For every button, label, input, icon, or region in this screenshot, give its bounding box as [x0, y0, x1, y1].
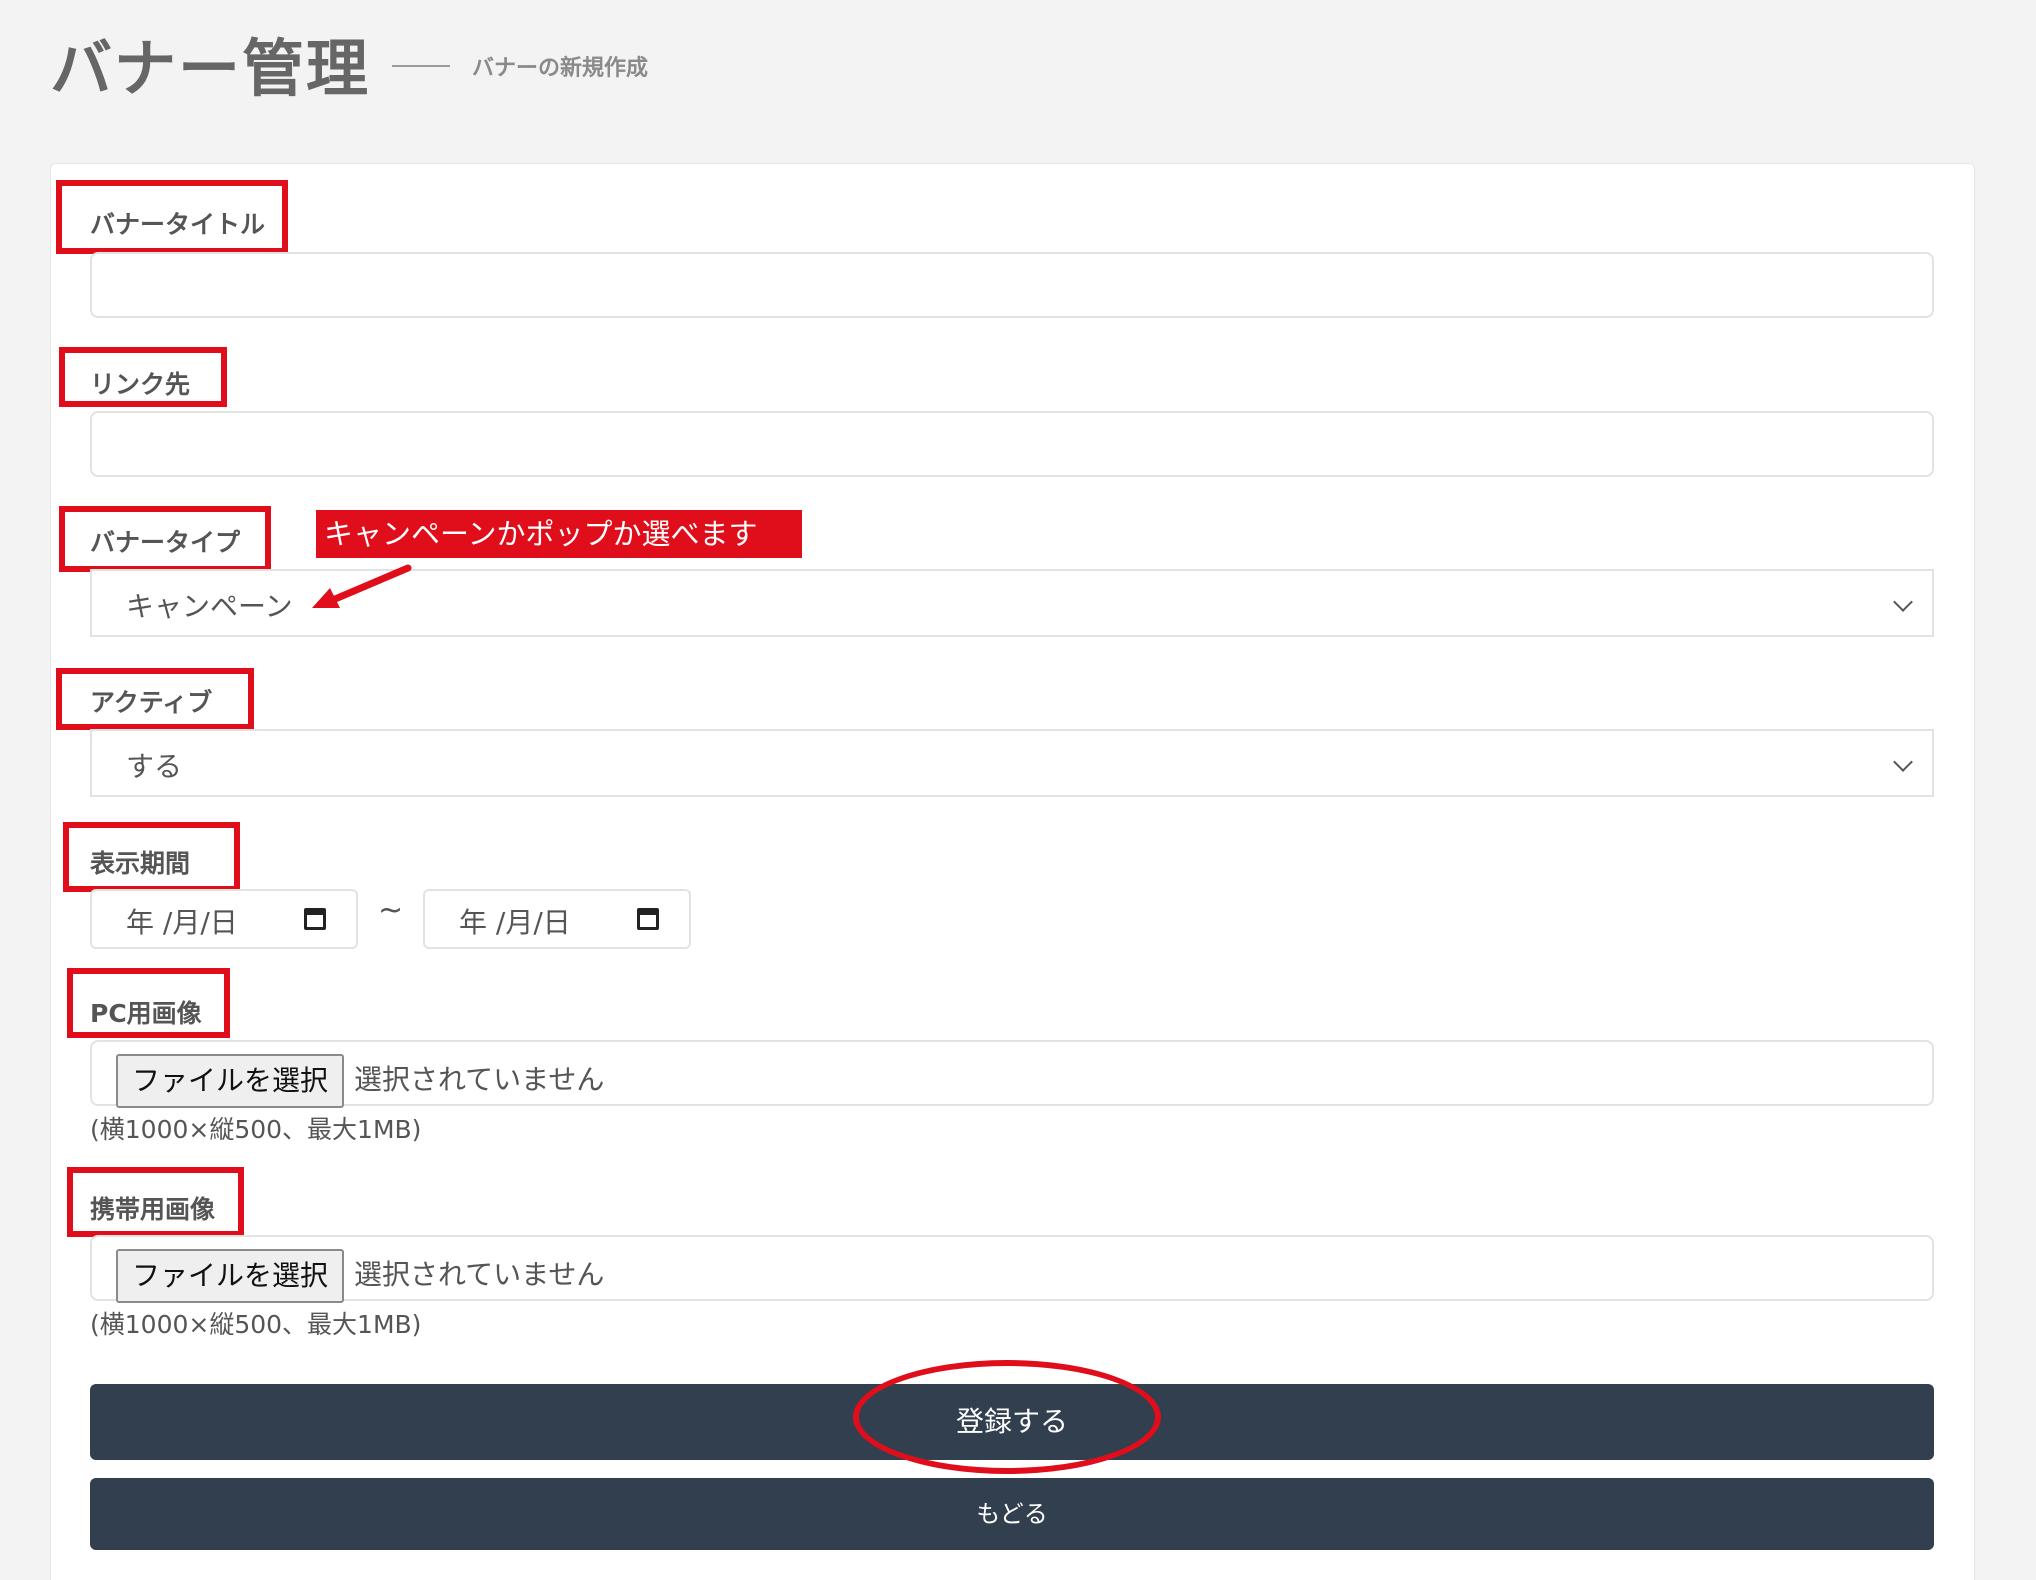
annotation-box-title	[56, 180, 288, 254]
calendar-icon[interactable]	[304, 908, 326, 930]
pc-image-status: 選択されていません	[354, 1063, 605, 1096]
banner-type-value: キャンペーン	[126, 590, 293, 623]
annotation-box-link	[59, 347, 227, 407]
mobile-image-file-input[interactable]: ファイルを選択 選択されていません	[90, 1235, 1934, 1303]
annotation-ellipse	[853, 1360, 1161, 1474]
start-date-placeholder: 年 /月/日	[126, 906, 238, 939]
back-button[interactable]: もどる	[90, 1478, 1934, 1550]
active-select[interactable]: する	[90, 729, 1934, 797]
annotation-box-period	[63, 822, 240, 892]
link-input[interactable]	[90, 411, 1934, 477]
pc-image-file-input[interactable]: ファイルを選択 選択されていません	[90, 1040, 1934, 1108]
title-divider	[392, 65, 451, 67]
chevron-down-icon	[1893, 752, 1913, 772]
mobile-image-choose-button[interactable]: ファイルを選択	[116, 1249, 344, 1303]
annotation-box-active	[56, 668, 254, 730]
period-separator: ~	[378, 893, 404, 928]
mobile-image-hint: (横1000×縦500、最大1MB)	[90, 1310, 422, 1339]
end-date-placeholder: 年 /月/日	[459, 906, 571, 939]
page-title: バナー管理	[50, 32, 371, 105]
calendar-icon[interactable]	[637, 908, 659, 930]
annotation-arrow-icon	[312, 564, 412, 608]
annotation-box-mobile-image	[67, 1167, 244, 1237]
pc-image-choose-button[interactable]: ファイルを選択	[116, 1054, 344, 1108]
annotation-box-pc-image	[67, 968, 230, 1038]
pc-image-hint: (横1000×縦500、最大1MB)	[90, 1115, 422, 1144]
period-start-date[interactable]: 年 /月/日	[90, 889, 358, 949]
annotation-callout: キャンペーンかポップか選べます	[316, 510, 802, 558]
banner-title-input[interactable]	[90, 252, 1934, 318]
page-header: バナー管理 バナーの新規作成	[50, 18, 648, 108]
period-end-date[interactable]: 年 /月/日	[423, 889, 691, 949]
annotation-box-type	[59, 506, 271, 572]
mobile-image-status: 選択されていません	[354, 1258, 605, 1291]
chevron-down-icon	[1893, 592, 1913, 612]
active-value: する	[126, 750, 183, 783]
page-subtitle: バナーの新規作成	[472, 56, 649, 81]
